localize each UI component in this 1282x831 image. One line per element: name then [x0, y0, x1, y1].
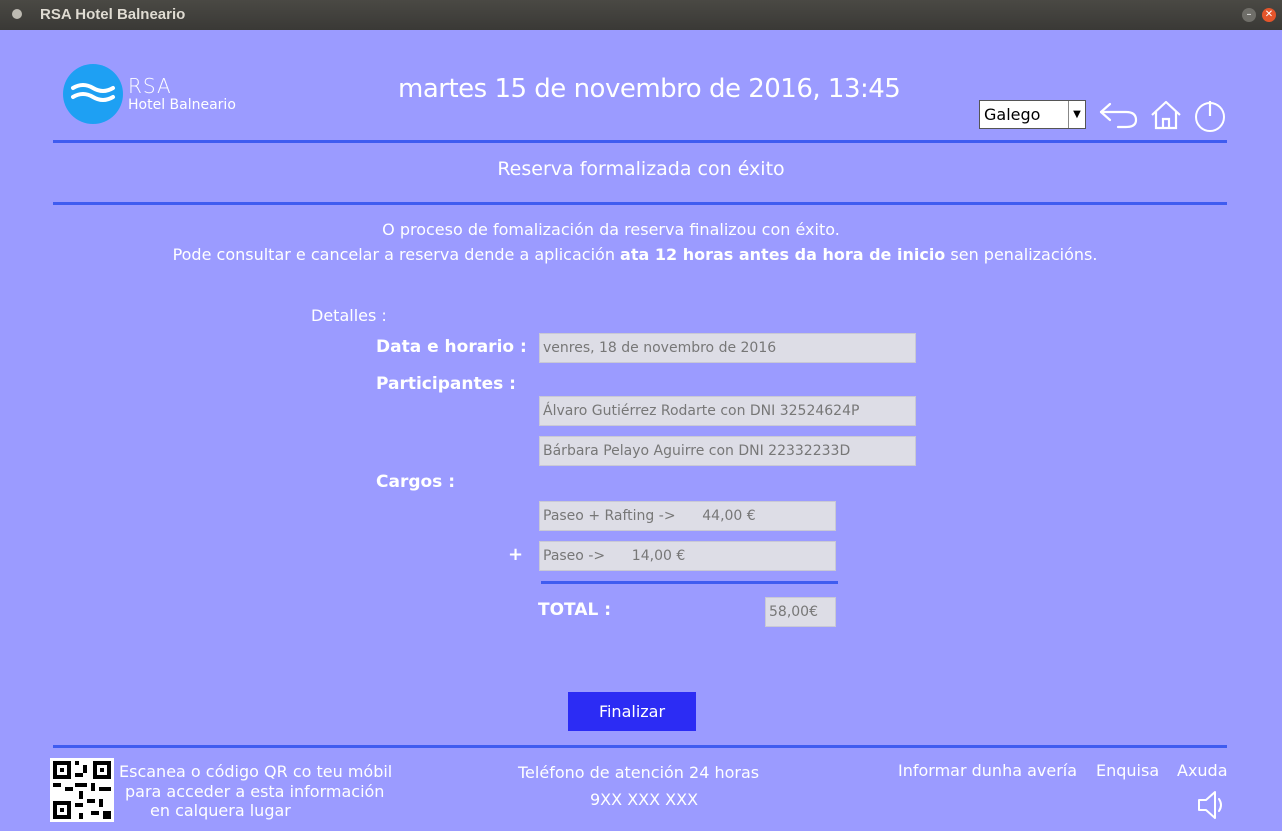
title-divider	[53, 202, 1227, 205]
success-message-line2: Pode consultar e cancelar a reserva dend…	[0, 245, 1270, 264]
finish-button[interactable]: Finalizar	[568, 692, 696, 731]
message-text-a: Pode consultar e cancelar a reserva dend…	[172, 245, 615, 264]
dropdown-arrow-icon[interactable]: ▼	[1068, 101, 1085, 128]
report-fault-link[interactable]: Informar dunha avería	[898, 761, 1077, 780]
close-window-button[interactable]: ✕	[1262, 8, 1276, 22]
participants-label: Participantes :	[376, 374, 516, 394]
qr-text-line3: en calquera lugar	[150, 801, 291, 820]
logo-subtitle: Hotel Balneario	[128, 97, 236, 113]
date-field: venres, 18 de novembro de 2016	[539, 333, 916, 363]
power-icon[interactable]	[1193, 98, 1227, 136]
window-title: RSA Hotel Balneario	[40, 6, 186, 23]
help-link[interactable]: Axuda	[1177, 761, 1228, 780]
date-label: Data e horario :	[376, 337, 527, 357]
total-field: 58,00€	[765, 597, 836, 627]
page-title: Reserva formalizada con éxito	[497, 158, 785, 180]
details-title: Detalles :	[311, 306, 387, 325]
participant-field-2: Bárbara Pelayo Aguirre con DNI 22332233D	[539, 436, 916, 466]
back-arrow-icon[interactable]	[1098, 98, 1140, 136]
header-divider	[53, 140, 1227, 143]
speaker-icon[interactable]	[1196, 788, 1228, 826]
charge-field-2: Paseo -> 14,00 €	[539, 541, 836, 571]
qr-text-line1: Escanea o código QR co teu móbil	[119, 762, 393, 781]
message-text-bold: ata 12 horas antes da hora de inicio	[620, 245, 946, 264]
language-selected: Galego	[984, 105, 1041, 124]
charges-label: Cargos :	[376, 472, 456, 492]
home-icon[interactable]	[1149, 98, 1183, 136]
qr-code-icon	[50, 758, 114, 822]
survey-link[interactable]: Enquisa	[1096, 761, 1159, 780]
logo-waves-icon	[63, 64, 123, 124]
logo-name: RSA	[128, 74, 172, 98]
charge-field-1: Paseo + Rafting -> 44,00 €	[539, 501, 836, 531]
success-message-line1: O proceso de fomalización da reserva fin…	[382, 220, 840, 239]
total-divider	[541, 581, 838, 584]
participant-field-1: Álvaro Gutiérrez Rodarte con DNI 3252462…	[539, 396, 916, 426]
footer-divider	[53, 745, 1227, 748]
total-label: TOTAL :	[538, 600, 612, 620]
window-menu-icon[interactable]	[12, 9, 22, 19]
plus-sign: +	[508, 544, 524, 565]
phone-number: 9XX XXX XXX	[590, 790, 699, 809]
phone-label: Teléfono de atención 24 horas	[518, 763, 760, 782]
language-select[interactable]: Galego ▼	[979, 100, 1086, 129]
current-datetime: martes 15 de novembro de 2016, 13:45	[398, 74, 901, 104]
window-titlebar: RSA Hotel Balneario – ✕	[0, 0, 1282, 30]
qr-text-line2: para acceder a esta información	[125, 782, 385, 801]
minimize-button[interactable]: –	[1242, 8, 1256, 22]
message-text-b: sen penalizacións.	[950, 245, 1098, 264]
